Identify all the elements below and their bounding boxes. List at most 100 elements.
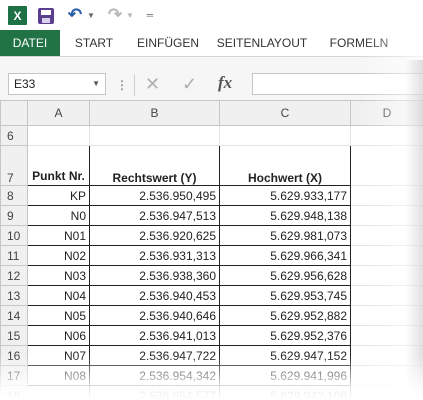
quick-access-toolbar: X ↶ ▼ ↷ ▼ ═ (0, 0, 423, 30)
row-header[interactable]: 8 (0, 185, 28, 206)
cell[interactable] (350, 305, 423, 326)
cell-point-number[interactable]: N08 (27, 365, 90, 386)
column-header-a[interactable]: A (27, 100, 90, 126)
cell-rechtswert[interactable]: 2.536.941,013 (89, 325, 220, 346)
cell-hochwert[interactable]: 5.629.941,996 (219, 365, 351, 386)
row-header[interactable]: 14 (0, 305, 28, 326)
cell-hochwert[interactable]: 5.629.952,376 (219, 325, 351, 346)
undo-icon[interactable]: ↶ (66, 5, 84, 25)
cell[interactable] (350, 125, 423, 146)
cell[interactable] (350, 285, 423, 306)
cell[interactable] (350, 365, 423, 386)
cell-hochwert[interactable]: 5.629.942,106 (219, 385, 351, 400)
tab-home[interactable]: START (68, 30, 120, 56)
cell[interactable] (89, 125, 220, 146)
cell[interactable] (350, 345, 423, 366)
formula-input[interactable] (252, 73, 423, 95)
cell[interactable] (350, 245, 423, 266)
cell[interactable] (350, 385, 423, 400)
cell-rechtswert[interactable]: 2.536.947,722 (89, 345, 220, 366)
row-header[interactable]: 10 (0, 225, 28, 246)
table-row: 14 N05 2.536.940,646 5.629.952,882 (0, 305, 423, 326)
tab-page-layout[interactable]: SEITENLAYOUT (216, 30, 308, 56)
header-hochwert[interactable]: Hochwert (X) (219, 145, 351, 186)
column-header-c[interactable]: C (219, 100, 351, 126)
insert-function-icon[interactable]: fx (218, 73, 232, 93)
cell-point-number[interactable]: N03 (27, 265, 90, 286)
cell[interactable] (219, 125, 351, 146)
cell[interactable] (350, 265, 423, 286)
cell-rechtswert[interactable]: 2.536.954,342 (89, 365, 220, 386)
excel-app-icon[interactable]: X (8, 6, 27, 25)
cell-rechtswert[interactable]: 2.536.950,495 (89, 185, 220, 206)
cell-rechtswert[interactable]: 2.536.931,313 (89, 245, 220, 266)
row-header[interactable]: 6 (0, 125, 28, 146)
column-header-d[interactable]: D (350, 100, 423, 126)
cell-point-number[interactable]: N0 (27, 205, 90, 226)
cell[interactable] (350, 145, 423, 186)
row-header[interactable]: 13 (0, 285, 28, 306)
cell-hochwert[interactable]: 5.629.948,138 (219, 205, 351, 226)
cell[interactable] (350, 325, 423, 346)
select-all-corner[interactable] (0, 100, 28, 126)
row-header[interactable]: 16 (0, 345, 28, 366)
cell-point-number[interactable]: KP (27, 185, 90, 206)
cell-rechtswert[interactable]: 2.536.947,513 (89, 205, 220, 226)
redo-icon[interactable]: ↷ (106, 5, 124, 25)
table-row: 13 N04 2.536.940,453 5.629.953,745 (0, 285, 423, 306)
cell[interactable] (350, 185, 423, 206)
cell[interactable] (350, 225, 423, 246)
row-header[interactable]: 17 (0, 365, 28, 386)
enter-check-icon[interactable]: ✓ (182, 74, 197, 95)
cell-point-number[interactable]: N04 (27, 285, 90, 306)
cell-rechtswert[interactable]: 2.536.940,453 (89, 285, 220, 306)
worksheet-grid: A B C D 6 7 Punkt Nr. Rechtswert (Y) Hoc… (0, 100, 423, 400)
customize-toolbar-icon[interactable]: ═ (144, 5, 156, 25)
ribbon-tabs: DATEI START EINFÜGEN SEITENLAYOUT FORMEL… (0, 30, 423, 56)
formula-bar: E33 ▼ ⋮ ✕ ✓ fx (0, 70, 423, 100)
resize-handle-icon[interactable]: ⋮ (116, 78, 128, 92)
tab-insert[interactable]: EINFÜGEN (132, 30, 204, 56)
tab-formulas[interactable]: FORMELN (320, 30, 398, 56)
cell-hochwert[interactable]: 5.629.956,628 (219, 265, 351, 286)
cell-hochwert[interactable]: 5.629.953,745 (219, 285, 351, 306)
cell-hochwert[interactable]: 5.629.966,341 (219, 245, 351, 266)
tab-file[interactable]: DATEI (0, 30, 60, 56)
header-rechtswert[interactable]: Rechtswert (Y) (89, 145, 220, 186)
cell-hochwert[interactable]: 5.629.981,073 (219, 225, 351, 246)
table-row: 12 N03 2.536.938,360 5.629.956,628 (0, 265, 423, 286)
save-icon[interactable] (38, 8, 54, 24)
chevron-down-icon[interactable]: ▼ (92, 79, 100, 88)
cell-hochwert[interactable]: 5.629.947,152 (219, 345, 351, 366)
cell-point-number[interactable]: N06 (27, 325, 90, 346)
cell-point-number[interactable]: N07 (27, 345, 90, 366)
column-header-b[interactable]: B (89, 100, 220, 126)
formula-bar-divider (134, 74, 135, 96)
cell-rechtswert[interactable]: 2.536.920,625 (89, 225, 220, 246)
table-row: 11 N02 2.536.931,313 5.629.966,341 (0, 245, 423, 266)
row-header[interactable]: 9 (0, 205, 28, 226)
row-header[interactable]: 15 (0, 325, 28, 346)
row-header[interactable]: 12 (0, 265, 28, 286)
cell-hochwert[interactable]: 5.629.952,882 (219, 305, 351, 326)
table-row: 6 (0, 125, 423, 146)
cell-point-number[interactable]: N02 (27, 245, 90, 266)
cell[interactable] (27, 125, 90, 146)
header-point-number[interactable]: Punkt Nr. (27, 145, 90, 186)
cell-rechtswert[interactable]: 2.536.938,360 (89, 265, 220, 286)
row-header[interactable]: 7 (0, 145, 28, 186)
table-row: 18 2.536.954,577 5.629.942,106 (0, 385, 423, 400)
row-header[interactable]: 11 (0, 245, 28, 266)
cell-rechtswert[interactable]: 2.536.940,646 (89, 305, 220, 326)
redo-dropdown-icon[interactable]: ▼ (126, 5, 134, 25)
cell-point-number[interactable] (27, 385, 90, 400)
cell-point-number[interactable]: N05 (27, 305, 90, 326)
name-box[interactable]: E33 ▼ (8, 73, 106, 95)
cell[interactable] (350, 205, 423, 226)
row-header[interactable]: 18 (0, 385, 28, 400)
cell-point-number[interactable]: N01 (27, 225, 90, 246)
cell-hochwert[interactable]: 5.629.933,177 (219, 185, 351, 206)
cell-rechtswert[interactable]: 2.536.954,577 (89, 385, 220, 400)
cancel-icon[interactable]: ✕ (145, 74, 160, 95)
undo-dropdown-icon[interactable]: ▼ (87, 5, 95, 25)
